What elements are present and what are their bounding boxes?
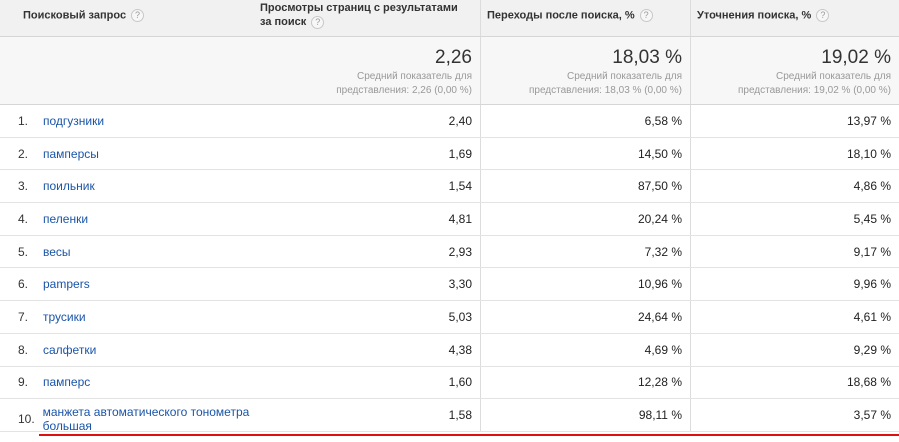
cell-refine: 9,96 %: [853, 277, 891, 292]
summary-exits-detail: представления: 18,03 % (0,00 %): [528, 85, 682, 96]
cell-exits: 6,58 %: [481, 105, 691, 137]
query-link[interactable]: весы: [43, 245, 71, 259]
summary-refine-detail: представления: 19,02 % (0,00 %): [737, 85, 891, 96]
cell-exits: 24,64 %: [481, 301, 691, 333]
cell-exits: 12,28 %: [481, 366, 691, 399]
cell-views: 1,54: [254, 170, 481, 203]
cell-refine: 13,97 %: [846, 113, 891, 128]
cell-views: 2,93: [254, 235, 481, 268]
cell-views: 3,30: [254, 268, 481, 301]
header-refine-label: Уточнения поиска, %: [697, 9, 812, 22]
cell-refine: 18,68 %: [846, 375, 891, 390]
search-terms-table: Поисковый запрос? Просмотры страниц с ре…: [0, 0, 899, 436]
cell-exits: 98,11 %: [481, 399, 691, 431]
header-exits-label: Переходы после поиска, %: [487, 9, 635, 22]
row-index: 6.: [18, 277, 29, 292]
table-row: 5. весы 2,93 7,32 % 9,17 %: [0, 235, 899, 269]
cell-views: 2,40: [254, 105, 481, 137]
row-index: 10.: [18, 412, 35, 427]
row-index: 1.: [18, 113, 29, 128]
summary-refine-value: 19,02 %: [821, 47, 891, 68]
cell-refine: 4,61 %: [853, 309, 891, 324]
header-query-label: Поисковый запрос: [23, 9, 127, 22]
table-row: 8. салфетки 4,38 4,69 % 9,29 %: [0, 333, 899, 367]
table-row: 3. поильник 1,54 87,50 % 4,86 %: [0, 170, 899, 204]
cell-refine: 3,57 %: [853, 408, 891, 423]
header-views-label: Просмотры страниц с результатами за поис…: [260, 2, 458, 28]
summary-views-caption: Средний показатель для: [357, 71, 472, 82]
summary-empty: [0, 37, 254, 104]
table-row: 9. памперс 1,60 12,28 % 18,68 %: [0, 366, 899, 400]
help-icon[interactable]: ?: [639, 9, 653, 22]
summary-refine-caption: Средний показатель для: [776, 71, 891, 82]
summary-views-detail: представления: 2,26 (0,00 %): [336, 85, 472, 96]
table-row: 1. подгузники 2,40 6,58 % 13,97 %: [0, 105, 899, 138]
table-row: 10. манжета автоматического тонометра бол…: [0, 399, 899, 433]
query-link[interactable]: памперсы: [43, 147, 99, 161]
table-row: 4. пеленки 4,81 20,24 % 5,45 %: [0, 203, 899, 236]
row-index: 4.: [18, 211, 29, 226]
cell-refine: 4,86 %: [853, 179, 891, 194]
cell-views: 1,69: [254, 137, 481, 170]
row-index: 5.: [18, 244, 29, 259]
table-row: 7. трусики 5,03 24,64 % 4,61 %: [0, 301, 899, 334]
header-views[interactable]: Просмотры страниц с результатами за поис…: [254, 0, 481, 36]
cell-views: 4,38: [254, 333, 481, 366]
query-link[interactable]: салфетки: [43, 343, 96, 357]
cell-refine: 18,10 %: [846, 146, 891, 161]
help-icon[interactable]: ?: [311, 15, 325, 29]
row-index: 2.: [18, 146, 29, 161]
summary-refine: 19,02 % Средний показатель для представл…: [691, 37, 899, 104]
help-icon[interactable]: ?: [131, 9, 145, 22]
row-index: 3.: [18, 179, 29, 194]
cell-refine: 9,17 %: [853, 244, 891, 259]
cell-exits: 7,32 %: [481, 235, 691, 268]
cell-views: 4,81: [254, 203, 481, 235]
cell-refine: 5,45 %: [853, 211, 891, 226]
table-header: Поисковый запрос? Просмотры страниц с ре…: [0, 0, 899, 37]
query-link[interactable]: манжета автоматического тонометра больша…: [43, 405, 254, 433]
cell-exits: 4,69 %: [481, 333, 691, 366]
summary-views-value: 2,26: [435, 47, 472, 68]
cell-exits: 14,50 %: [481, 137, 691, 170]
header-exits[interactable]: Переходы после поиска, %?: [481, 0, 691, 36]
summary-row: 2,26 Средний показатель для представлени…: [0, 37, 899, 105]
cell-exits: 87,50 %: [481, 170, 691, 203]
table-row: 6. pampers 3,30 10,96 % 9,96 %: [0, 268, 899, 302]
row-index: 9.: [18, 375, 29, 390]
summary-exits-value: 18,03 %: [612, 47, 682, 68]
cell-views: 1,58: [254, 399, 481, 431]
highlight-underline: [39, 434, 899, 436]
query-link[interactable]: памперс: [43, 375, 90, 389]
header-refine[interactable]: Уточнения поиска, %?: [691, 0, 899, 36]
summary-exits-caption: Средний показатель для: [567, 71, 682, 82]
row-index: 8.: [18, 342, 29, 357]
cell-exits: 10,96 %: [481, 268, 691, 301]
query-link[interactable]: pampers: [43, 277, 90, 291]
cell-views: 1,60: [254, 366, 481, 399]
help-icon[interactable]: ?: [816, 9, 830, 22]
cell-exits: 20,24 %: [481, 203, 691, 235]
query-link[interactable]: трусики: [43, 310, 86, 324]
query-link[interactable]: поильник: [43, 179, 95, 193]
summary-exits: 18,03 % Средний показатель для представл…: [481, 37, 691, 104]
query-link[interactable]: подгузники: [43, 114, 104, 128]
row-index: 7.: [18, 309, 29, 324]
table-row: 2. памперсы 1,69 14,50 % 18,10 %: [0, 137, 899, 171]
query-link[interactable]: пеленки: [43, 212, 88, 226]
cell-refine: 9,29 %: [853, 342, 891, 357]
header-query[interactable]: Поисковый запрос?: [0, 0, 254, 36]
summary-views: 2,26 Средний показатель для представлени…: [254, 37, 481, 104]
cell-views: 5,03: [254, 301, 481, 333]
